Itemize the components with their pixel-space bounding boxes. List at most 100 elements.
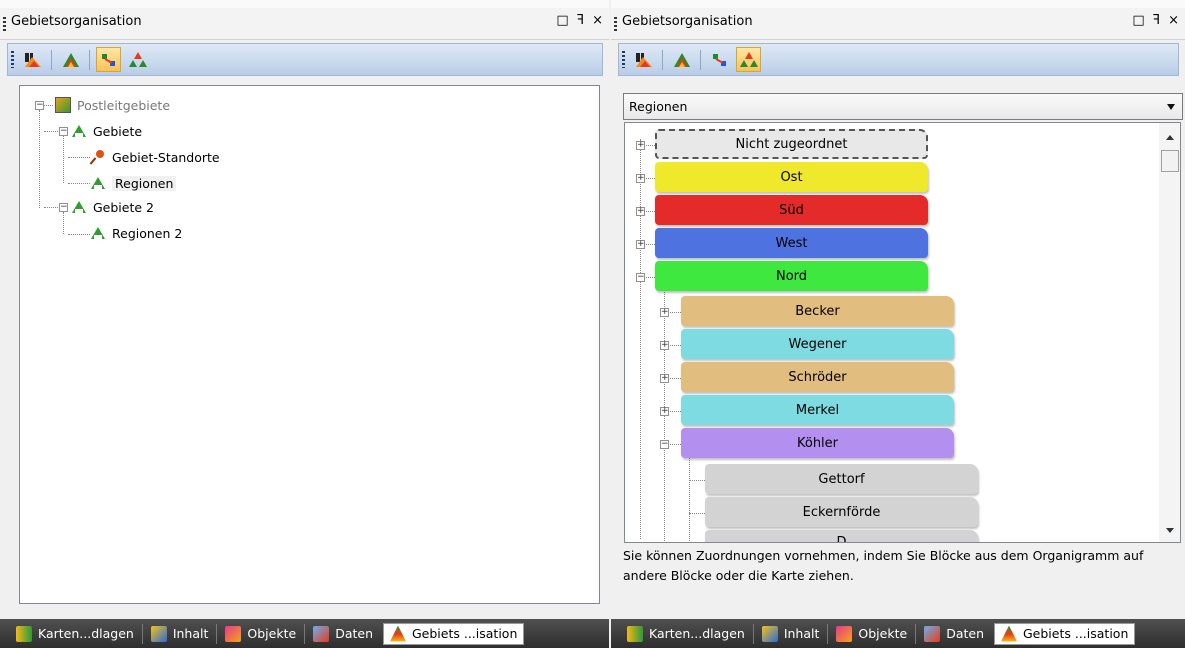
layer-button[interactable] xyxy=(58,47,83,72)
tab-bar: Karten...dlagen Inhalt Objekte Daten Geb… xyxy=(0,619,609,648)
tab-inhalt[interactable]: Inhalt xyxy=(756,623,826,645)
objects-icon xyxy=(836,625,853,642)
tab-gebietsorganisation[interactable]: Gebiets ...isation xyxy=(994,622,1136,645)
pyramid-icon xyxy=(71,199,87,215)
expand-toggle[interactable]: + xyxy=(636,207,645,216)
pushpin-icon xyxy=(90,149,106,165)
tab-label: Objekte xyxy=(858,626,908,641)
chevron-down-icon[interactable] xyxy=(1167,104,1175,110)
tab-kartengrundlagen[interactable]: Karten...dlagen xyxy=(621,623,751,645)
region-view-icon xyxy=(24,52,41,67)
scroll-down-icon[interactable] xyxy=(1166,528,1174,533)
tree-item-gebiete[interactable]: Gebiete xyxy=(71,120,142,142)
expand-toggle[interactable]: + xyxy=(636,141,645,150)
content-icon xyxy=(150,625,167,642)
block-sued[interactable]: Süd xyxy=(655,195,928,225)
tree-item-gebiet-standorte[interactable]: Gebiet-Standorte xyxy=(90,146,220,168)
scroll-up-icon[interactable] xyxy=(1166,135,1174,140)
orgchart-button[interactable] xyxy=(736,47,761,72)
tree-view[interactable]: − Postleitgebiete − Gebiete Gebiet-Stand… xyxy=(19,85,600,604)
float-button[interactable]: □ xyxy=(556,13,568,28)
block-wegener[interactable]: Wegener xyxy=(681,329,954,359)
tab-label: Gebiets ...isation xyxy=(412,626,518,641)
tab-label: Inhalt xyxy=(783,626,820,641)
tree-root-label: Postleitgebiete xyxy=(77,97,171,113)
region-view-button[interactable] xyxy=(631,47,656,72)
layer-button[interactable] xyxy=(669,47,694,72)
orgchart-icon xyxy=(128,51,147,67)
tab-label: Karten...dlagen xyxy=(38,626,134,641)
tree-item-label: Regionen 2 xyxy=(112,225,183,241)
layer-pyramid-icon xyxy=(62,52,79,67)
block-gettorf[interactable]: Gettorf xyxy=(705,464,978,494)
tab-daten[interactable]: Daten xyxy=(307,623,379,645)
connect-button[interactable] xyxy=(96,47,121,72)
tab-label: Karten...dlagen xyxy=(649,626,745,641)
expand-toggle[interactable]: + xyxy=(660,374,669,383)
tab-gebietsorganisation[interactable]: Gebiets ...isation xyxy=(383,622,525,645)
pyramid-icon xyxy=(90,175,106,191)
expand-toggle[interactable]: + xyxy=(636,240,645,249)
toolbar xyxy=(618,43,1179,76)
drag-grip[interactable] xyxy=(614,17,617,32)
tree-item-label: Regionen xyxy=(112,175,177,191)
expand-toggle[interactable]: + xyxy=(636,174,645,183)
tree-root[interactable]: Postleitgebiete xyxy=(55,94,170,116)
hierarchy-select[interactable]: Regionen xyxy=(623,93,1183,120)
toolbar-grip[interactable] xyxy=(11,51,14,68)
panel-title: Gebietsorganisation xyxy=(11,14,142,29)
region-view-button[interactable] xyxy=(20,47,45,72)
block-d[interactable]: D xyxy=(705,530,978,542)
block-schroeder[interactable]: Schröder xyxy=(681,362,954,392)
layer-pyramid-icon xyxy=(673,52,690,67)
toolbar xyxy=(7,43,603,76)
tab-objekte[interactable]: Objekte xyxy=(219,623,302,645)
tab-daten[interactable]: Daten xyxy=(918,623,990,645)
block-becker[interactable]: Becker xyxy=(681,296,954,326)
collapse-toggle[interactable]: − xyxy=(35,101,44,110)
collapse-toggle[interactable]: − xyxy=(59,203,68,212)
pin-button[interactable]: ꟻ xyxy=(577,13,584,28)
tree-item-regionen-2[interactable]: Regionen 2 xyxy=(90,222,182,244)
region-view-icon xyxy=(635,52,652,67)
panel-titlebar[interactable]: Gebietsorganisation □ ꟻ × xyxy=(611,0,1185,40)
content-icon xyxy=(761,625,778,642)
block-eckernfoerde[interactable]: Eckernförde xyxy=(705,497,978,527)
data-icon xyxy=(924,625,941,642)
block-merkel[interactable]: Merkel xyxy=(681,395,954,425)
scroll-thumb[interactable] xyxy=(1161,150,1179,172)
connect-button[interactable] xyxy=(707,47,732,72)
block-ost[interactable]: Ost xyxy=(655,162,928,192)
map-book-icon xyxy=(16,625,32,642)
close-button[interactable]: × xyxy=(592,13,603,28)
tree-item-regionen[interactable]: Regionen xyxy=(90,172,177,194)
panel-title: Gebietsorganisation xyxy=(622,14,753,29)
left-panel: Gebietsorganisation □ ꟻ × − Postleitgebi… xyxy=(0,0,609,648)
tab-objekte[interactable]: Objekte xyxy=(830,623,913,645)
block-nord[interactable]: Nord xyxy=(655,261,928,291)
org-chart[interactable]: + + + + − + + + + − Nicht zugeordnet Ost… xyxy=(624,122,1160,543)
drag-grip[interactable] xyxy=(3,17,6,32)
block-nicht-zugeordnet[interactable]: Nicht zugeordnet xyxy=(655,129,928,159)
block-west[interactable]: West xyxy=(655,228,928,258)
collapse-toggle[interactable]: − xyxy=(636,273,645,282)
collapse-toggle[interactable]: − xyxy=(660,440,669,449)
close-button[interactable]: × xyxy=(1168,13,1179,28)
collapse-toggle[interactable]: − xyxy=(59,127,68,136)
tab-kartengrundlagen[interactable]: Karten...dlagen xyxy=(10,623,140,645)
block-koehler[interactable]: Köhler xyxy=(681,428,954,458)
toolbar-grip[interactable] xyxy=(622,51,625,68)
connect-icon xyxy=(101,53,115,66)
pin-button[interactable]: ꟻ xyxy=(1153,13,1160,28)
hierarchy-select-value: Regionen xyxy=(629,99,688,114)
tab-inhalt[interactable]: Inhalt xyxy=(145,623,215,645)
expand-toggle[interactable]: + xyxy=(660,407,669,416)
tree-item-gebiete-2[interactable]: Gebiete 2 xyxy=(71,196,154,218)
float-button[interactable]: □ xyxy=(1132,13,1144,28)
vertical-scrollbar[interactable] xyxy=(1159,122,1181,543)
panel-titlebar[interactable]: Gebietsorganisation □ ꟻ × xyxy=(0,0,609,40)
orgchart-button[interactable] xyxy=(125,47,150,72)
expand-toggle[interactable]: + xyxy=(660,308,669,317)
expand-toggle[interactable]: + xyxy=(660,341,669,350)
hint-text: Sie können Zuordnungen vornehmen, indem … xyxy=(623,548,1144,583)
